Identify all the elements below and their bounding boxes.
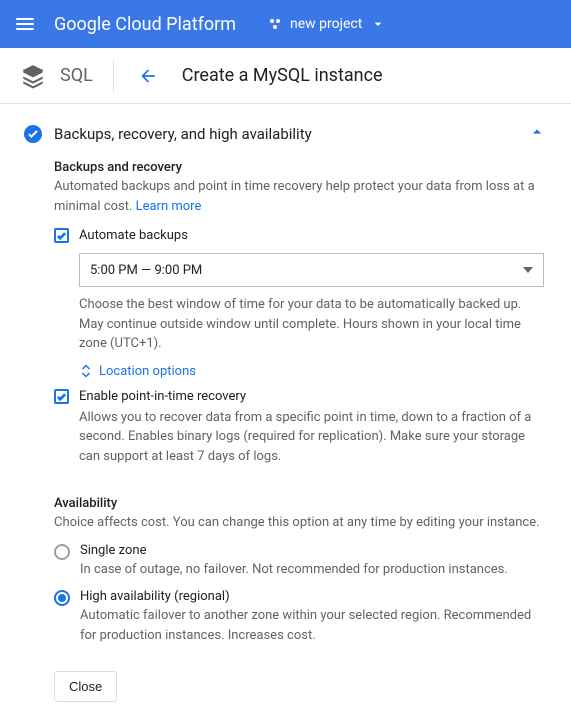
automate-backups-row: Automate backups [54,228,547,243]
backups-helper: Automated backups and point in time reco… [54,177,547,216]
product-label: SQL [60,65,93,86]
divider [113,60,114,92]
chevron-up-icon [527,122,547,142]
learn-more-link[interactable]: Learn more [136,199,202,214]
sub-header: SQL Create a MySQL instance [0,48,571,104]
collapse-button[interactable] [527,122,547,146]
page-title: Create a MySQL instance [182,65,383,86]
top-bar: Google Cloud Platform new project [0,0,571,48]
backups-heading: Backups and recovery [54,160,547,175]
section-header[interactable]: Backups, recovery, and high availability [24,122,547,146]
project-dots-icon [268,17,282,31]
section-title: Backups, recovery, and high availability [54,125,527,143]
brand-label: Google Cloud Platform [54,14,236,35]
high-availability-label: High availability (regional) [80,589,547,604]
arrow-left-icon [138,66,158,86]
caret-down-icon [523,267,533,273]
pitr-label: Enable point-in-time recovery [79,389,246,404]
availability-heading: Availability [54,496,547,511]
availability-helper: Choice affects cost. You can change this… [54,513,547,533]
pitr-checkbox[interactable] [54,389,69,404]
high-availability-helper: Automatic failover to another zone withi… [80,606,547,645]
menu-icon[interactable] [16,18,34,30]
pitr-block: Enable point-in-time recovery Allows you… [54,389,547,467]
close-button[interactable]: Close [54,671,117,702]
sql-icon [20,63,46,89]
single-zone-row: Single zone In case of outage, no failov… [54,543,547,580]
check-circle-icon [24,125,42,143]
automate-backups-checkbox[interactable] [54,228,69,243]
backup-window-block: 5:00 PM — 9:00 PM Choose the best window… [54,253,547,379]
single-zone-radio[interactable] [54,544,70,560]
pitr-helper: Allows you to recover data from a specif… [54,408,547,467]
chevron-expand-icon [79,364,93,378]
high-availability-row: High availability (regional) Automatic f… [54,589,547,645]
project-picker[interactable]: new project [268,16,386,32]
backup-window-helper: Choose the best window of time for your … [79,295,547,354]
single-zone-label: Single zone [80,543,547,558]
automate-backups-label: Automate backups [79,228,188,243]
single-zone-helper: In case of outage, no failover. Not reco… [80,560,547,580]
check-icon [56,391,67,402]
backup-window-select[interactable]: 5:00 PM — 9:00 PM [79,253,544,287]
main-panel: Backups, recovery, and high availability… [0,104,571,720]
high-availability-radio[interactable] [54,590,70,606]
back-button[interactable] [138,66,158,86]
availability-block: Availability Choice affects cost. You ca… [54,496,547,645]
caret-down-icon [370,16,386,32]
location-options-toggle[interactable]: Location options [79,364,547,379]
check-icon [56,230,67,241]
backup-window-value: 5:00 PM — 9:00 PM [90,263,523,278]
project-name: new project [290,16,362,32]
section-content: Backups and recovery Automated backups a… [24,160,547,702]
